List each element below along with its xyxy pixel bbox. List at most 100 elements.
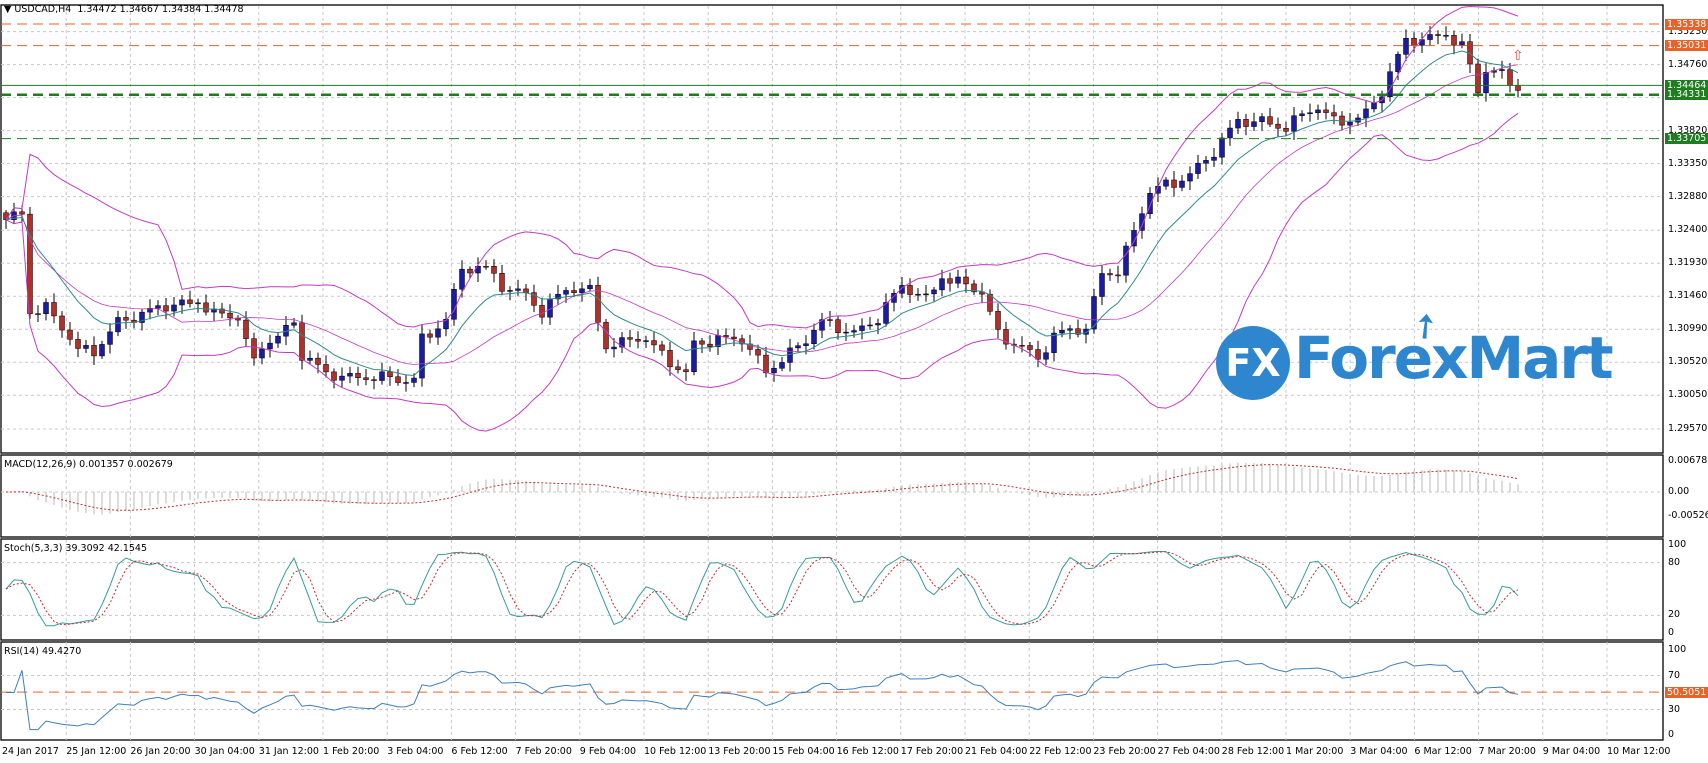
- bear-candle: [1515, 85, 1521, 91]
- bull-candle: [1307, 112, 1313, 115]
- bull-candle: [1483, 71, 1489, 94]
- bear-candle: [995, 311, 1001, 330]
- bear-candle: [683, 369, 689, 373]
- rsi-line: [6, 660, 1519, 731]
- x-tick-label: 28 Feb 12:00: [1221, 746, 1285, 757]
- x-tick-label: 9 Feb 04:00: [579, 746, 637, 757]
- bull-candle: [1211, 156, 1217, 161]
- bear-candle: [827, 319, 833, 321]
- forexmart-logo: FX ForexMart ➚: [1216, 302, 1614, 413]
- bull-candle: [579, 288, 585, 293]
- macd-signal-line: [5, 464, 1519, 511]
- bear-candle: [355, 373, 361, 378]
- x-tick-label: 26 Jan 20:00: [130, 746, 191, 757]
- bull-candle: [955, 276, 961, 284]
- bear-candle: [331, 371, 337, 381]
- price-level-tag: 1.35031: [1665, 40, 1708, 52]
- collapse-triangle-icon[interactable]: ▼: [4, 4, 11, 15]
- bear-candle: [707, 343, 713, 347]
- bull-candle: [411, 377, 417, 383]
- bull-candle: [1059, 330, 1065, 334]
- macd-tick-label: 0.006783: [1668, 455, 1708, 466]
- bull-candle: [1347, 121, 1353, 126]
- x-tick-label: 16 Feb 12:00: [836, 746, 899, 757]
- bull-candle: [155, 305, 161, 309]
- bear-candle: [1171, 179, 1177, 188]
- bear-candle: [1331, 112, 1337, 117]
- bull-candle: [803, 343, 809, 346]
- bull-candle: [403, 382, 409, 384]
- bull-candle: [307, 357, 313, 361]
- bull-candle: [939, 278, 945, 291]
- bull-candle: [1403, 37, 1409, 55]
- stoch-tick-label: 0: [1668, 627, 1675, 638]
- bull-candle: [379, 371, 385, 381]
- bull-candle: [195, 302, 201, 305]
- x-tick-label: 24 Jan 2017: [2, 746, 59, 757]
- bull-candle: [1459, 41, 1465, 46]
- bollinger-upper: [5, 5, 1519, 329]
- bull-candle: [1443, 35, 1449, 37]
- bull-candle: [859, 325, 865, 331]
- x-tick-label: 1 Feb 20:00: [323, 746, 380, 757]
- price-tick-label: 1.30990: [1668, 323, 1708, 335]
- bull-candle: [1259, 116, 1265, 122]
- bear-candle: [491, 265, 497, 274]
- bear-candle: [499, 273, 505, 292]
- bear-candle: [323, 364, 329, 373]
- bull-candle: [419, 333, 425, 379]
- bull-candle: [1387, 71, 1393, 97]
- bull-candle: [611, 346, 617, 350]
- bear-candle: [627, 337, 633, 340]
- bull-candle: [1187, 173, 1193, 182]
- bull-candle: [99, 344, 105, 357]
- bear-candle: [1275, 123, 1281, 129]
- bull-candle: [771, 368, 777, 374]
- bear-candle: [1019, 345, 1025, 347]
- bear-candle: [571, 290, 577, 293]
- bear-candle: [395, 376, 401, 383]
- bear-candle: [91, 345, 97, 357]
- logo-text: ForexMart: [1294, 324, 1614, 392]
- bull-candle: [171, 304, 177, 312]
- symbol-label: USDCAD,H4: [14, 4, 72, 15]
- bull-candle: [787, 347, 793, 363]
- bear-candle: [251, 338, 257, 359]
- price-tick-label: 1.33350: [1668, 157, 1708, 169]
- bull-candle: [1043, 352, 1049, 360]
- bull-candle: [1427, 34, 1433, 40]
- bear-candle: [1035, 349, 1041, 360]
- bull-candle: [1067, 328, 1073, 331]
- x-tick-label: 30 Jan 04:00: [194, 746, 255, 757]
- bear-candle: [539, 305, 545, 318]
- x-tick-label: 27 Feb 04:00: [1157, 746, 1220, 757]
- bull-candle: [1235, 119, 1241, 129]
- ohlc-values: 1.34472 1.34667 1.34384 1.34478: [77, 4, 244, 15]
- bear-candle: [363, 377, 369, 380]
- price-tick-label: 1.30050: [1668, 389, 1708, 401]
- x-tick-label: 17 Feb 20:00: [900, 746, 964, 757]
- bull-candle: [1499, 69, 1505, 71]
- bear-candle: [1267, 116, 1273, 125]
- macd-label: MACD(12,26,9) 0.001357 0.002679: [4, 459, 173, 470]
- bear-candle: [1243, 119, 1249, 127]
- bull-candle: [851, 330, 857, 333]
- bear-candle: [59, 315, 65, 331]
- bull-candle: [931, 289, 937, 295]
- bear-candle: [1283, 128, 1289, 132]
- x-tick-label: 6 Mar 12:00: [1414, 746, 1472, 757]
- bear-candle: [675, 366, 681, 370]
- bull-candle: [811, 329, 817, 345]
- bear-candle: [467, 268, 473, 274]
- stoch-tick-label: 20: [1668, 609, 1681, 621]
- bear-candle: [187, 299, 193, 304]
- bull-candle: [915, 293, 921, 296]
- bear-candle: [1451, 35, 1457, 46]
- bull-candle: [259, 348, 265, 359]
- x-tick-label: 15 Feb 04:00: [772, 746, 835, 757]
- stoch-label: Stoch(5,3,3) 39.3092 42.1545: [4, 543, 148, 554]
- bull-candle: [435, 328, 441, 338]
- bull-candle: [459, 268, 465, 290]
- price-tick-label: 1.34760: [1668, 58, 1708, 70]
- bull-candle: [923, 293, 929, 296]
